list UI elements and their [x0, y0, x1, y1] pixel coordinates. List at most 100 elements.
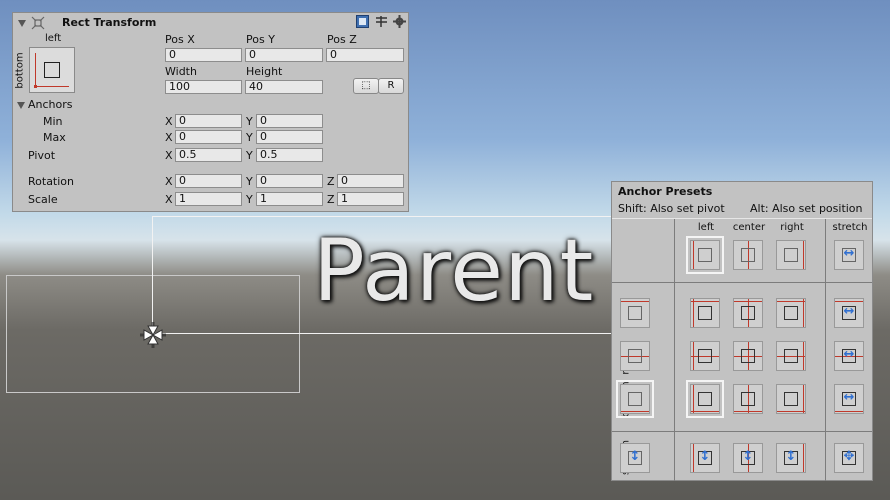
stretch-arrow-icon: ↔ [843, 390, 855, 405]
preset-bottom-left[interactable] [686, 380, 724, 418]
preset-bottom-none[interactable] [616, 380, 654, 418]
stretch-column-divider [825, 219, 826, 481]
pos-y-field[interactable]: 0 [245, 48, 323, 62]
scale-x-field[interactable]: 1 [175, 192, 242, 206]
anchor-line [803, 299, 804, 327]
preset-rect-icon [784, 349, 798, 363]
settings-sliders-icon[interactable] [375, 15, 388, 28]
axis-z-label: Z [327, 193, 335, 206]
preset-middle-stretch[interactable]: ↔ [834, 341, 864, 371]
preset-stretch-left[interactable]: ↕ [690, 443, 720, 473]
foldout-arrow-icon[interactable] [18, 20, 26, 27]
preset-top-none[interactable] [620, 298, 650, 328]
height-field[interactable]: 40 [245, 80, 323, 94]
component-title: Rect Transform [62, 16, 157, 29]
preset-rect-icon [628, 392, 642, 406]
rotation-y-field[interactable]: 0 [256, 174, 323, 188]
preset-none-right[interactable] [776, 240, 806, 270]
rect-transform-icon [31, 16, 45, 30]
preset-stretch-center[interactable]: ↕ [733, 443, 763, 473]
anchor-presets-popup: Anchor Presets Shift: Also set pivot Alt… [611, 181, 873, 481]
anchor-line [693, 385, 694, 413]
pivot-y-field[interactable]: 0.5 [256, 148, 323, 162]
anchor-line [693, 299, 694, 327]
preset-top-right[interactable] [776, 298, 806, 328]
anchors-foldout-icon[interactable] [17, 102, 25, 109]
anchor-line [621, 411, 649, 412]
preset-middle-center[interactable] [733, 341, 763, 371]
preset-stretch-stretch[interactable]: ✥ [834, 443, 864, 473]
axis-z-label: Z [327, 175, 335, 188]
anchor-widget-top-label: left [45, 33, 62, 44]
column-header-center: center [732, 222, 766, 233]
preset-middle-right[interactable] [776, 341, 806, 371]
preset-middle-none[interactable] [620, 341, 650, 371]
column-header-stretch: stretch [832, 222, 868, 233]
book-icon[interactable] [356, 15, 369, 28]
scale-y-field[interactable]: 1 [256, 192, 323, 206]
stretch-arrow-icon: ↔ [843, 347, 855, 362]
preset-top-stretch[interactable]: ↔ [834, 298, 864, 328]
rotation-z-field[interactable]: 0 [337, 174, 404, 188]
inspector-header[interactable]: Rect Transform [13, 13, 408, 33]
preset-rect-icon [741, 349, 755, 363]
height-label: Height [246, 65, 283, 78]
preset-stretch-none[interactable]: ↕ [620, 443, 650, 473]
gear-icon[interactable] [393, 15, 406, 28]
stretch-arrow-icon: ↕ [742, 449, 754, 464]
anchor-line [691, 411, 719, 412]
preset-middle-left[interactable] [690, 341, 720, 371]
preset-stretch-right[interactable]: ↕ [776, 443, 806, 473]
header-divider [612, 218, 872, 219]
anchors-max-y-field[interactable]: 0 [256, 130, 323, 144]
axis-y-label: Y [246, 149, 253, 162]
preset-top-left[interactable] [690, 298, 720, 328]
anchor-preview-point [34, 85, 37, 88]
axis-y-label: Y [246, 175, 253, 188]
pivot-x-field[interactable]: 0.5 [175, 148, 242, 162]
anchor-preset-button[interactable] [29, 47, 75, 93]
presets-title: Anchor Presets [618, 185, 713, 198]
preset-rect-icon [698, 248, 712, 262]
anchor-line [621, 301, 649, 302]
anchor-line [835, 301, 863, 302]
pos-z-label: Pos Z [327, 33, 357, 46]
stretch-arrow-icon: ↔ [843, 246, 855, 261]
raw-edit-button[interactable]: R [378, 78, 404, 94]
pos-z-field[interactable]: 0 [326, 48, 404, 62]
preset-none-left[interactable] [686, 236, 724, 274]
axis-y-label: Y [246, 115, 253, 128]
parent-rect-edge-top [152, 216, 612, 217]
pos-x-field[interactable]: 0 [165, 48, 242, 62]
anchor-line [803, 241, 804, 269]
anchor-preview-rect [44, 62, 60, 78]
width-label: Width [165, 65, 197, 78]
preset-bottom-right[interactable] [776, 384, 806, 414]
anchor-line [803, 385, 804, 413]
preset-rect-icon [741, 248, 755, 262]
preset-rect-icon [741, 306, 755, 320]
anchors-max-x-field[interactable]: 0 [175, 130, 242, 144]
pivot-label: Pivot [28, 149, 56, 162]
preset-none-stretch[interactable]: ↔ [834, 240, 864, 270]
anchor-handle-icon[interactable] [138, 320, 168, 350]
row-divider [612, 282, 872, 283]
width-field[interactable]: 100 [165, 80, 242, 94]
anchor-line [691, 301, 719, 302]
anchor-line [693, 241, 694, 269]
preset-none-center[interactable] [733, 240, 763, 270]
blueprint-mode-button[interactable]: ⬚ [353, 78, 379, 94]
preset-bottom-stretch[interactable]: ↔ [834, 384, 864, 414]
scale-z-field[interactable]: 1 [337, 192, 404, 206]
rotation-x-field[interactable]: 0 [175, 174, 242, 188]
rotation-label: Rotation [28, 175, 75, 188]
shift-hint: Shift: Also set pivot [618, 202, 725, 215]
anchors-min-y-field[interactable]: 0 [256, 114, 323, 128]
axis-x-label: X [165, 131, 173, 144]
anchors-min-label: Min [43, 115, 63, 128]
preset-bottom-center[interactable] [733, 384, 763, 414]
preset-top-center[interactable] [733, 298, 763, 328]
anchors-label[interactable]: Anchors [28, 98, 73, 111]
anchors-max-label: Max [43, 131, 66, 144]
anchors-min-x-field[interactable]: 0 [175, 114, 242, 128]
